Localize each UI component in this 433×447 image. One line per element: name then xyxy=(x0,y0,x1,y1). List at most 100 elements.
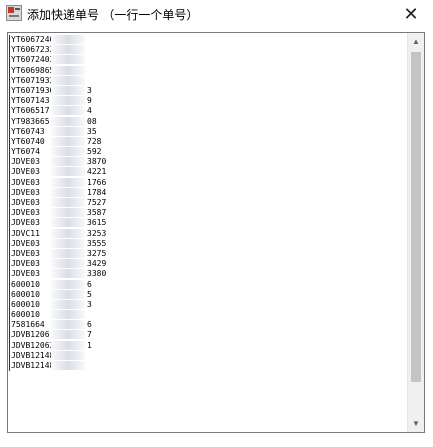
tracking-line: JDVE03 3587 xyxy=(9,208,407,219)
tracking-suffix: 592 xyxy=(87,147,102,157)
tracking-line: 7581664 6 xyxy=(9,320,407,331)
tracking-line: JDVB12148 xyxy=(9,361,407,372)
scroll-down-arrow-icon[interactable]: ▼ xyxy=(408,415,424,432)
redacted-blur xyxy=(51,136,85,146)
tracking-line: JDVE03 3870 xyxy=(9,157,407,168)
tracking-suffix: 3587 xyxy=(87,208,107,218)
redacted-blur xyxy=(51,187,85,197)
redacted-blur xyxy=(51,248,85,258)
tracking-prefix: YT6074 xyxy=(9,147,51,158)
redacted-blur xyxy=(51,218,85,228)
tracking-prefix: JDVE03 xyxy=(9,208,51,219)
tracking-line: 600010 5 xyxy=(9,289,407,300)
tracking-line: JDVE03 3555 xyxy=(9,238,407,249)
tracking-number-textarea[interactable]: YT6067240 YT6067233 YT6072403 YT6069865 YT60… xyxy=(7,32,425,433)
tracking-line: JDVE03 3275 xyxy=(9,248,407,260)
tracking-line: JDVB1206 7 xyxy=(9,330,407,341)
redacted-blur xyxy=(51,116,85,126)
tracking-suffix: 3275 xyxy=(87,248,107,258)
tracking-suffix: 3555 xyxy=(87,238,107,248)
tracking-line: YT6071933 xyxy=(9,75,407,86)
redacted-blur xyxy=(51,157,85,167)
tracking-suffix: 3429 xyxy=(87,259,107,269)
tracking-line: YT60743 35 xyxy=(9,126,407,137)
app-icon xyxy=(6,5,22,21)
tracking-suffix: 5 xyxy=(87,289,92,299)
redacted-blur xyxy=(51,75,85,85)
redacted-blur xyxy=(51,361,85,370)
redacted-blur xyxy=(51,147,85,157)
tracking-suffix: 35 xyxy=(87,126,97,136)
tracking-prefix: JDVE03 xyxy=(9,157,51,168)
scroll-thumb[interactable] xyxy=(411,52,421,382)
tracking-prefix: JDVC11 xyxy=(9,228,51,239)
tracking-suffix: 728 xyxy=(87,136,102,146)
tracking-prefix: YT607143 xyxy=(9,96,50,107)
tracking-line: YT6072403 xyxy=(9,55,407,66)
tracking-prefix: JDVE03 xyxy=(9,248,51,260)
redacted-blur xyxy=(51,208,85,218)
tracking-prefix: 7581664 xyxy=(9,320,51,331)
tracking-prefix: YT6071936 xyxy=(9,85,51,97)
redacted-blur xyxy=(51,330,85,340)
tracking-line: YT6069865 xyxy=(9,65,407,76)
tracking-prefix: YT6067233 xyxy=(9,45,51,56)
tracking-prefix: JDVE03 xyxy=(9,187,51,198)
tracking-prefix: JDVE03 xyxy=(9,269,51,280)
tracking-line: YT60740 728 xyxy=(9,136,407,148)
tracking-prefix: JDVE03 xyxy=(9,177,51,188)
tracking-line: YT6071936 3 xyxy=(9,85,407,97)
redacted-blur xyxy=(51,289,85,299)
vertical-scrollbar[interactable]: ▲ ▼ xyxy=(407,33,424,432)
add-tracking-dialog: 添加快递单号 （一行一个单号） ✕ YT6067240 YT6067233 YT60… xyxy=(0,0,433,447)
tracking-suffix: 3 xyxy=(87,299,92,309)
window-title: 添加快递单号 （一行一个单号） xyxy=(27,8,199,22)
tracking-prefix: YT606517 xyxy=(9,106,50,117)
tracking-prefix: JDVB1206 xyxy=(9,330,50,341)
tracking-suffix: 7 xyxy=(87,330,92,340)
redacted-blur xyxy=(51,259,85,269)
tracking-lines: YT6067240 YT6067233 YT6072403 YT6069865 YT60… xyxy=(9,35,407,372)
tracking-prefix: YT6071933 xyxy=(9,75,51,86)
redacted-blur xyxy=(51,269,85,279)
redacted-blur xyxy=(51,238,85,248)
tracking-line: JDVB12063 1 xyxy=(9,340,407,351)
tracking-line: YT6074 592 xyxy=(9,147,407,158)
tracking-suffix: 1 xyxy=(87,340,92,350)
redacted-blur xyxy=(51,126,85,136)
redacted-blur xyxy=(51,350,85,360)
redacted-blur xyxy=(51,279,85,289)
tracking-suffix: 08 xyxy=(87,116,97,126)
tracking-line: JDVE03 7527 xyxy=(9,198,407,209)
tracking-line: 600010 6 xyxy=(9,279,407,290)
tracking-prefix: JDVB12148 xyxy=(9,350,51,361)
redacted-blur xyxy=(51,299,85,309)
tracking-suffix: 3 xyxy=(87,85,92,95)
tracking-line: YT983665 08 xyxy=(9,116,407,127)
tracking-prefix: 600010 xyxy=(9,279,51,290)
close-icon[interactable]: ✕ xyxy=(397,2,425,26)
tracking-prefix: YT60740 xyxy=(9,136,51,148)
title-bar: 添加快递单号 （一行一个单号） ✕ xyxy=(0,0,433,30)
tracking-prefix: 600010 xyxy=(9,299,51,311)
scroll-up-arrow-icon[interactable]: ▲ xyxy=(408,33,424,50)
redacted-blur xyxy=(51,55,85,65)
tracking-suffix: 4221 xyxy=(87,167,107,177)
redacted-blur xyxy=(51,106,85,116)
tracking-line: JDVE03 3429 xyxy=(9,259,407,270)
tracking-line: JDVB12148 xyxy=(9,350,407,361)
tracking-suffix: 9 xyxy=(87,96,92,106)
redacted-blur xyxy=(51,310,85,320)
tracking-suffix: 1766 xyxy=(87,177,107,187)
tracking-suffix: 4 xyxy=(87,106,92,116)
tracking-prefix: JDVB12063 xyxy=(9,340,51,351)
tracking-suffix: 1784 xyxy=(87,187,107,197)
tracking-line: JDVE03 1766 xyxy=(9,177,407,188)
tracking-suffix: 3380 xyxy=(87,269,107,279)
tracking-line: JDVE03 1784 xyxy=(9,187,407,198)
redacted-blur xyxy=(51,96,85,106)
redacted-blur xyxy=(51,35,85,44)
redacted-blur xyxy=(51,320,85,330)
tracking-prefix: YT6069865 xyxy=(9,65,51,76)
tracking-line: JDVE03 4221 xyxy=(9,167,407,178)
